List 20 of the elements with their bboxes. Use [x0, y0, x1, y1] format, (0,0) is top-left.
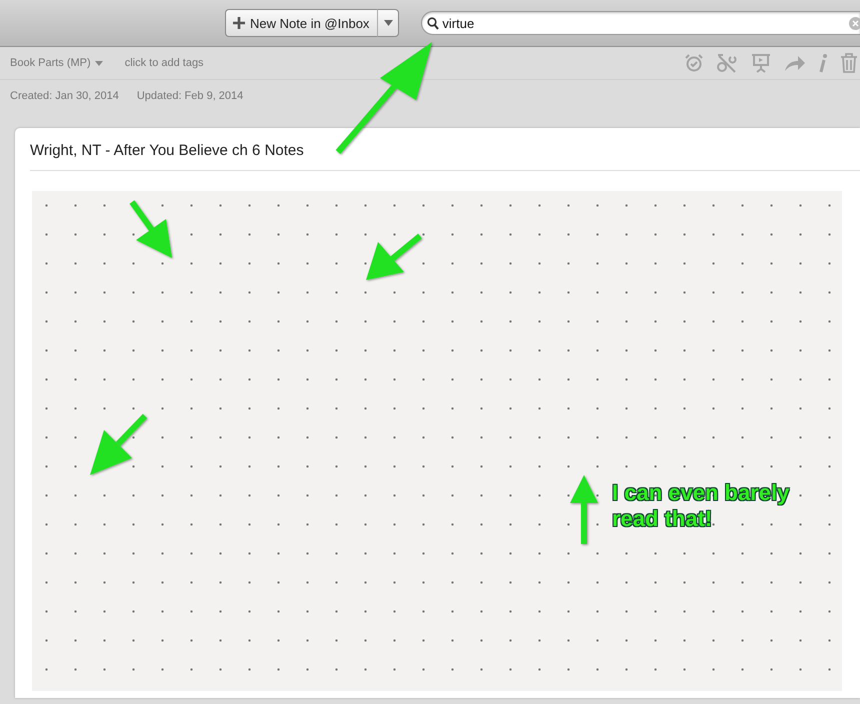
alarm-clock-icon[interactable] [684, 53, 704, 73]
note-title[interactable]: Wright, NT - After You Believe ch 6 Notes [30, 128, 860, 171]
arrow [366, 234, 422, 280]
plus-icon [232, 16, 246, 30]
share-arrow-icon[interactable] [784, 54, 806, 72]
search-field[interactable]: virtue [421, 11, 860, 35]
arrow [570, 475, 598, 544]
arrow [130, 200, 172, 258]
new-note-button[interactable]: New Note in @Inbox [225, 9, 378, 37]
presentation-icon[interactable] [750, 53, 772, 73]
caret-icon [384, 20, 393, 26]
trash-icon[interactable] [840, 53, 858, 73]
updated-date: Updated: Feb 9, 2014 [136, 90, 244, 102]
clear-icon[interactable] [849, 17, 860, 30]
info-icon[interactable] [818, 53, 828, 73]
dropdown-button[interactable] [377, 9, 400, 37]
arrow [90, 414, 148, 475]
created-date: Created: Jan 30, 2014 [10, 90, 119, 102]
caret-icon [94, 60, 103, 66]
annotation-text: I can even barely read that! [612, 480, 790, 532]
